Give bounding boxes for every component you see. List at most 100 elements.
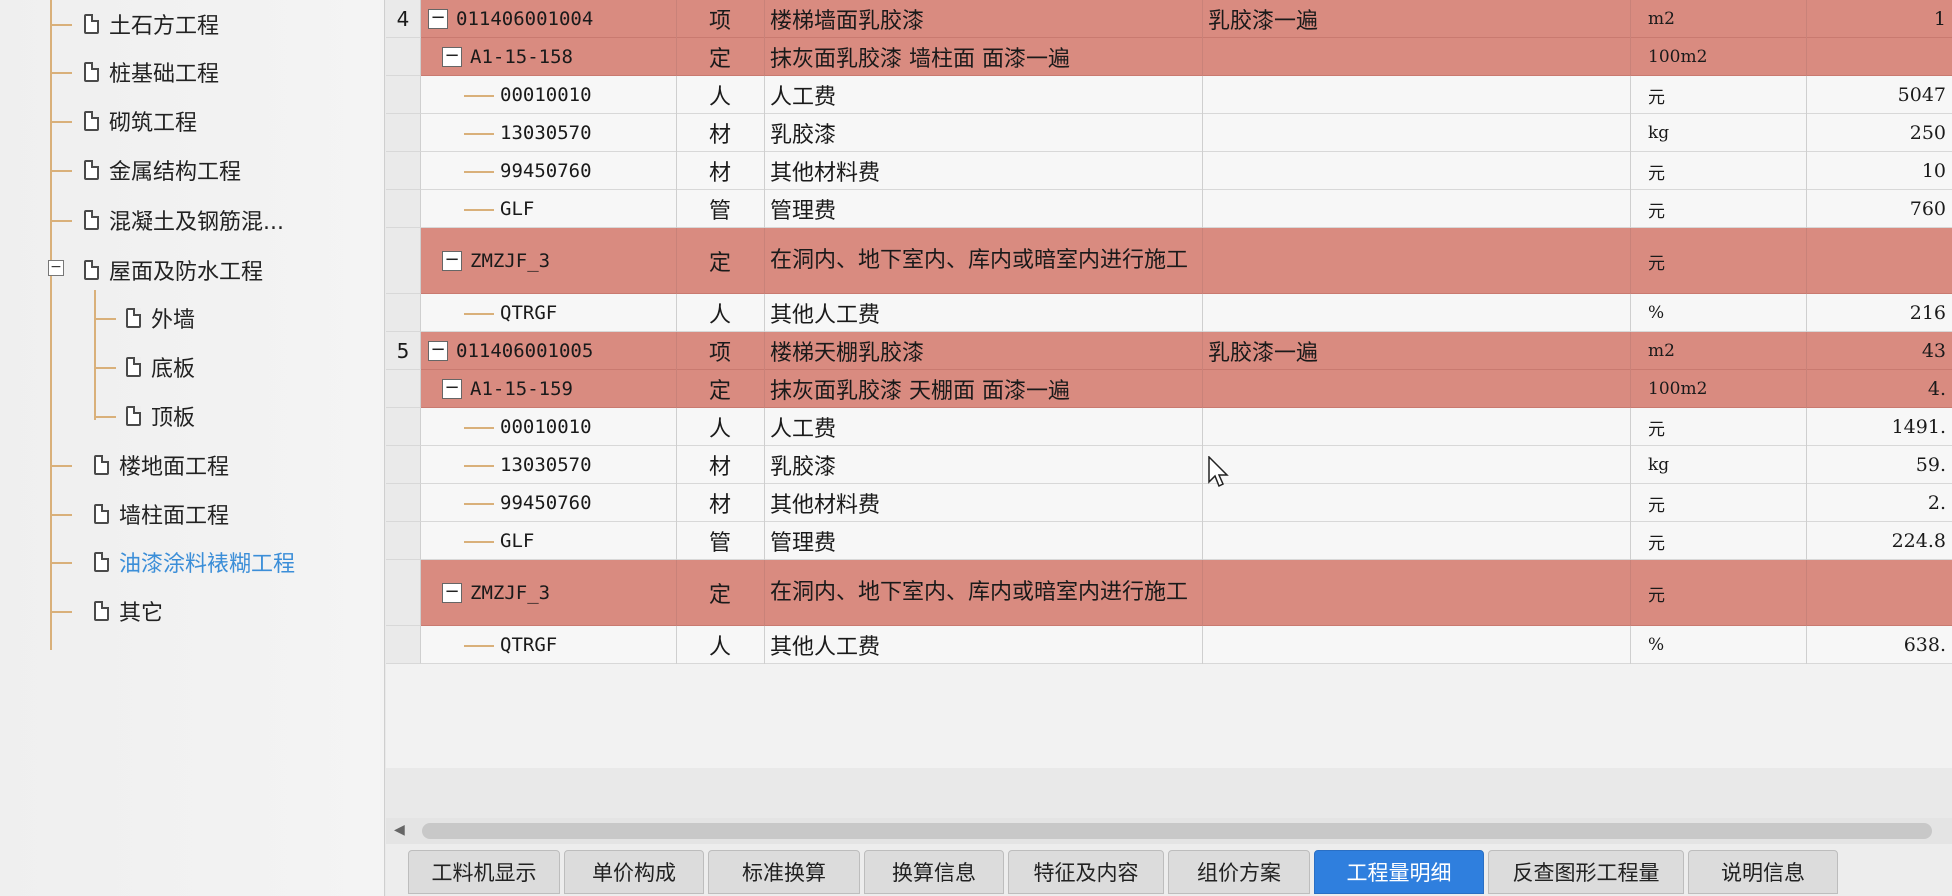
table-row[interactable]: GLF 管 管理费 元 224.8 xyxy=(386,522,1952,560)
tab-conversion-info[interactable]: 换算信息 xyxy=(864,850,1004,894)
table-row[interactable]: 99450760 材 其他材料费 元 10 xyxy=(386,152,1952,190)
item-feature-cell xyxy=(1208,152,1624,190)
column-divider xyxy=(1202,76,1203,114)
item-value-cell: 250 xyxy=(1909,122,1946,144)
table-row-group[interactable]: − A1-15-158 定 抹灰面乳胶漆 墙柱面 面漆一遍 100m2 xyxy=(386,38,1952,76)
item-code-cell: 00010010 xyxy=(500,84,592,106)
table-row-group[interactable]: 5−011406001005 项 楼梯天棚乳胶漆 乳胶漆一遍 m2 43 xyxy=(386,332,1952,370)
item-type-cell: 材 xyxy=(708,161,731,186)
tree-item-floor[interactable]: 楼地面工程 xyxy=(94,445,229,485)
column-divider xyxy=(1202,522,1203,560)
item-feature-cell xyxy=(1208,294,1624,332)
tab-unit-price-composition[interactable]: 单价构成 xyxy=(564,850,704,894)
table-row-group[interactable]: − ZMZJF_3 定 在洞内、地下室内、库内或暗室内进行施工 元 xyxy=(386,560,1952,626)
tree-item-other[interactable]: 其它 xyxy=(94,591,163,631)
tab-quantity-details[interactable]: 工程量明细 xyxy=(1314,850,1484,894)
tab-pricing-scheme[interactable]: 组价方案 xyxy=(1168,850,1310,894)
tree-item-masonry[interactable]: 砌筑工程 xyxy=(84,101,197,141)
column-divider xyxy=(1806,228,1807,294)
tab-label: 工料机显示 xyxy=(431,861,537,885)
item-name-cell: 其他材料费 xyxy=(770,493,881,518)
tree-item-pile-foundation[interactable]: 桩基础工程 xyxy=(84,52,219,92)
collapse-toggle[interactable]: − xyxy=(428,341,448,361)
tree-item-concrete[interactable]: 混凝土及钢筋混... xyxy=(84,200,284,240)
table-row-group[interactable]: − ZMZJF_3 定 在洞内、地下室内、库内或暗室内进行施工 元 xyxy=(386,228,1952,294)
tree-item-paint-coating[interactable]: 油漆涂料裱糊工程 xyxy=(94,542,295,582)
tree-item-top-slab[interactable]: 顶板 xyxy=(126,396,195,436)
tab-features-content[interactable]: 特征及内容 xyxy=(1008,850,1164,894)
collapse-toggle[interactable]: − xyxy=(442,379,462,399)
row-number xyxy=(386,522,421,560)
item-value-cell: 1 xyxy=(1933,8,1946,30)
tree-item-exterior-wall[interactable]: 外墙 xyxy=(126,298,195,338)
column-divider xyxy=(1202,114,1203,152)
column-divider xyxy=(1202,190,1203,228)
table-row[interactable]: QTRGF 人 其他人工费% 638. xyxy=(386,626,1952,664)
tab-description-info[interactable]: 说明信息 xyxy=(1688,850,1838,894)
tree-branch xyxy=(50,121,72,123)
tab-label: 组价方案 xyxy=(1197,861,1281,885)
item-type-cell: 管 xyxy=(708,531,731,556)
item-name-cell: 在洞内、地下室内、库内或暗室内进行施工 xyxy=(770,248,1189,273)
item-code-cell: QTRGF xyxy=(500,634,558,656)
item-code-cell: 00010010 xyxy=(500,416,592,438)
column-divider xyxy=(1806,76,1807,114)
tree-branch xyxy=(50,562,72,564)
item-code-cell: 13030570 xyxy=(500,122,592,144)
table-row[interactable]: 99450760 材 其他材料费 元 2. xyxy=(386,484,1952,522)
table-row[interactable]: 00010010 人 人工费 元 5047 xyxy=(386,76,1952,114)
column-divider xyxy=(1202,294,1203,332)
tab-labor-material-machine[interactable]: 工料机显示 xyxy=(408,850,560,894)
table-row[interactable]: 13030570 材 乳胶漆 kg 250 xyxy=(386,114,1952,152)
item-value-cell: 10 xyxy=(1921,160,1946,182)
table-row[interactable]: GLF 管 管理费 元 760 xyxy=(386,190,1952,228)
row-number xyxy=(386,76,421,114)
item-name-cell: 其他人工费 xyxy=(770,303,881,328)
collapse-toggle[interactable]: − xyxy=(48,260,64,276)
horizontal-scrollbar[interactable]: ◀ xyxy=(386,818,1952,844)
tree-item-bottom-slab[interactable]: 底板 xyxy=(126,347,195,387)
column-divider xyxy=(1806,0,1807,38)
column-divider xyxy=(764,0,765,38)
scroll-left-icon[interactable]: ◀ xyxy=(394,822,405,838)
item-unit-cell: 100m2 xyxy=(1648,379,1708,399)
tree-branch xyxy=(464,133,494,135)
item-type-cell: 管 xyxy=(708,199,731,224)
tree-item-wall-column[interactable]: 墙柱面工程 xyxy=(94,494,229,534)
row-number xyxy=(386,38,421,76)
column-divider xyxy=(1806,626,1807,664)
collapse-toggle[interactable]: − xyxy=(442,47,462,67)
document-icon xyxy=(94,455,109,475)
item-value-cell: 59. xyxy=(1915,454,1946,476)
item-code-cell: 99450760 xyxy=(500,492,592,514)
table-row[interactable]: QTRGF 人 其他人工费% 216 xyxy=(386,294,1952,332)
tab-reverse-graphic-quantity[interactable]: 反查图形工程量 xyxy=(1488,850,1684,894)
item-name-cell: 抹灰面乳胶漆 天棚面 面漆一遍 xyxy=(770,379,1070,404)
item-unit-cell: 100m2 xyxy=(1648,47,1708,67)
column-divider xyxy=(1630,626,1631,664)
tree-item-metal-structure[interactable]: 金属结构工程 xyxy=(84,150,241,190)
item-feature-cell xyxy=(1208,408,1624,446)
document-icon xyxy=(84,111,99,131)
row-number xyxy=(386,114,421,152)
table-row-group[interactable]: − A1-15-159 定 抹灰面乳胶漆 天棚面 面漆一遍 100m2 4. xyxy=(386,370,1952,408)
column-divider xyxy=(1806,446,1807,484)
scrollbar-thumb[interactable] xyxy=(422,823,1932,839)
collapse-toggle[interactable]: − xyxy=(428,9,448,29)
item-type-cell: 定 xyxy=(708,251,731,276)
tree-item-roof-waterproof[interactable]: 屋面及防水工程 xyxy=(84,250,263,290)
column-divider xyxy=(764,560,765,626)
tree-item-earthwork[interactable]: 土石方工程 xyxy=(84,4,219,44)
column-divider xyxy=(1630,484,1631,522)
table-row[interactable]: 00010010 人 人工费 元 1491. xyxy=(386,408,1952,446)
table-row[interactable]: 13030570 材 乳胶漆 kg 59. xyxy=(386,446,1952,484)
table-row-group[interactable]: 4−011406001004 项 楼梯墙面乳胶漆 乳胶漆一遍 m2 1 xyxy=(386,0,1952,38)
collapse-toggle[interactable]: − xyxy=(442,251,462,271)
tree-branch xyxy=(464,209,494,211)
tab-standard-conversion[interactable]: 标准换算 xyxy=(708,850,860,894)
collapse-toggle[interactable]: − xyxy=(442,583,462,603)
row-number xyxy=(386,370,421,408)
column-divider xyxy=(1630,228,1631,294)
tree-item-label: 油漆涂料裱糊工程 xyxy=(119,552,296,577)
item-name-cell: 楼梯墙面乳胶漆 xyxy=(770,9,925,34)
